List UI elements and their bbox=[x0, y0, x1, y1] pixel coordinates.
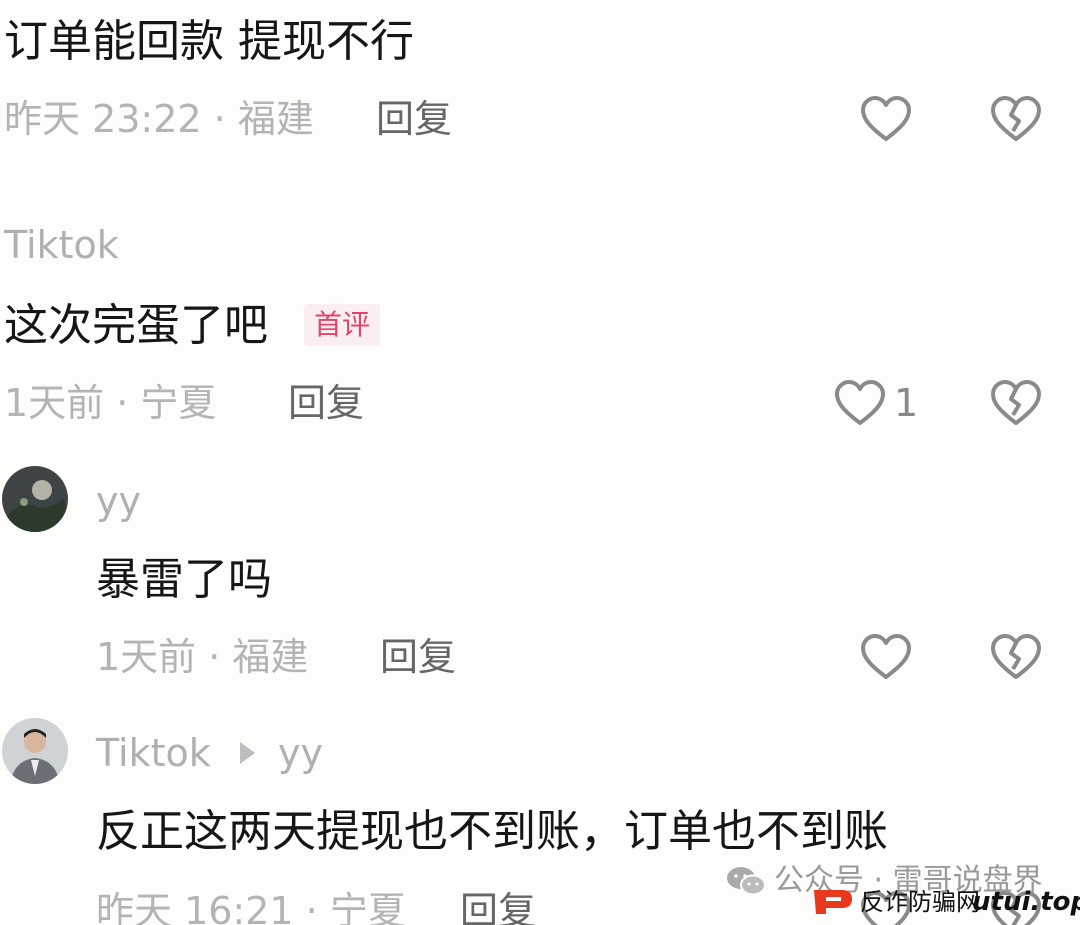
comment-text: 订单能回款 提现不行 bbox=[4, 16, 414, 67]
comment-text: 这次完蛋了吧 bbox=[4, 300, 268, 351]
first-comment-badge: 首评 bbox=[304, 304, 381, 346]
reply-button[interactable]: 回复 bbox=[380, 638, 456, 676]
reply-button[interactable]: 回复 bbox=[460, 892, 536, 925]
wechat-icon bbox=[726, 864, 766, 898]
like-count: 1 bbox=[894, 381, 919, 425]
reply-button[interactable]: 回复 bbox=[376, 100, 452, 138]
like-heart-icon[interactable] bbox=[834, 379, 886, 427]
comment-username[interactable]: Tiktok bbox=[96, 734, 211, 772]
avatar[interactable] bbox=[2, 466, 68, 532]
comment-text: 暴雷了吗 bbox=[96, 554, 272, 605]
reply-button[interactable]: 回复 bbox=[288, 384, 364, 422]
comment-text: 反正这两天提现也不到账，订单也不到账 bbox=[96, 806, 888, 857]
comment-meta: 昨天 23:22 · 福建 bbox=[4, 97, 314, 141]
avatar[interactable] bbox=[2, 718, 68, 784]
reply-to-username[interactable]: yy bbox=[278, 734, 323, 772]
site-logo-icon bbox=[812, 884, 854, 918]
like-heart-icon[interactable] bbox=[860, 633, 912, 681]
comment-meta: 昨天 16:21 · 宁夏 bbox=[96, 889, 406, 925]
dislike-broken-heart-icon[interactable] bbox=[990, 95, 1042, 143]
watermark-site-label: 反诈防骗网 bbox=[860, 888, 980, 916]
play-arrow-icon bbox=[240, 742, 255, 764]
dislike-broken-heart-icon[interactable] bbox=[990, 633, 1042, 681]
comment-meta: 1天前 · 宁夏 bbox=[4, 381, 217, 425]
watermark-site-domain: utui.top bbox=[972, 887, 1080, 917]
dislike-broken-heart-icon[interactable] bbox=[990, 379, 1042, 427]
comment-username[interactable]: yy bbox=[96, 482, 141, 520]
like-heart-icon[interactable] bbox=[860, 95, 912, 143]
comment-username[interactable]: Tiktok bbox=[4, 226, 119, 264]
comment-meta: 1天前 · 福建 bbox=[96, 635, 309, 679]
